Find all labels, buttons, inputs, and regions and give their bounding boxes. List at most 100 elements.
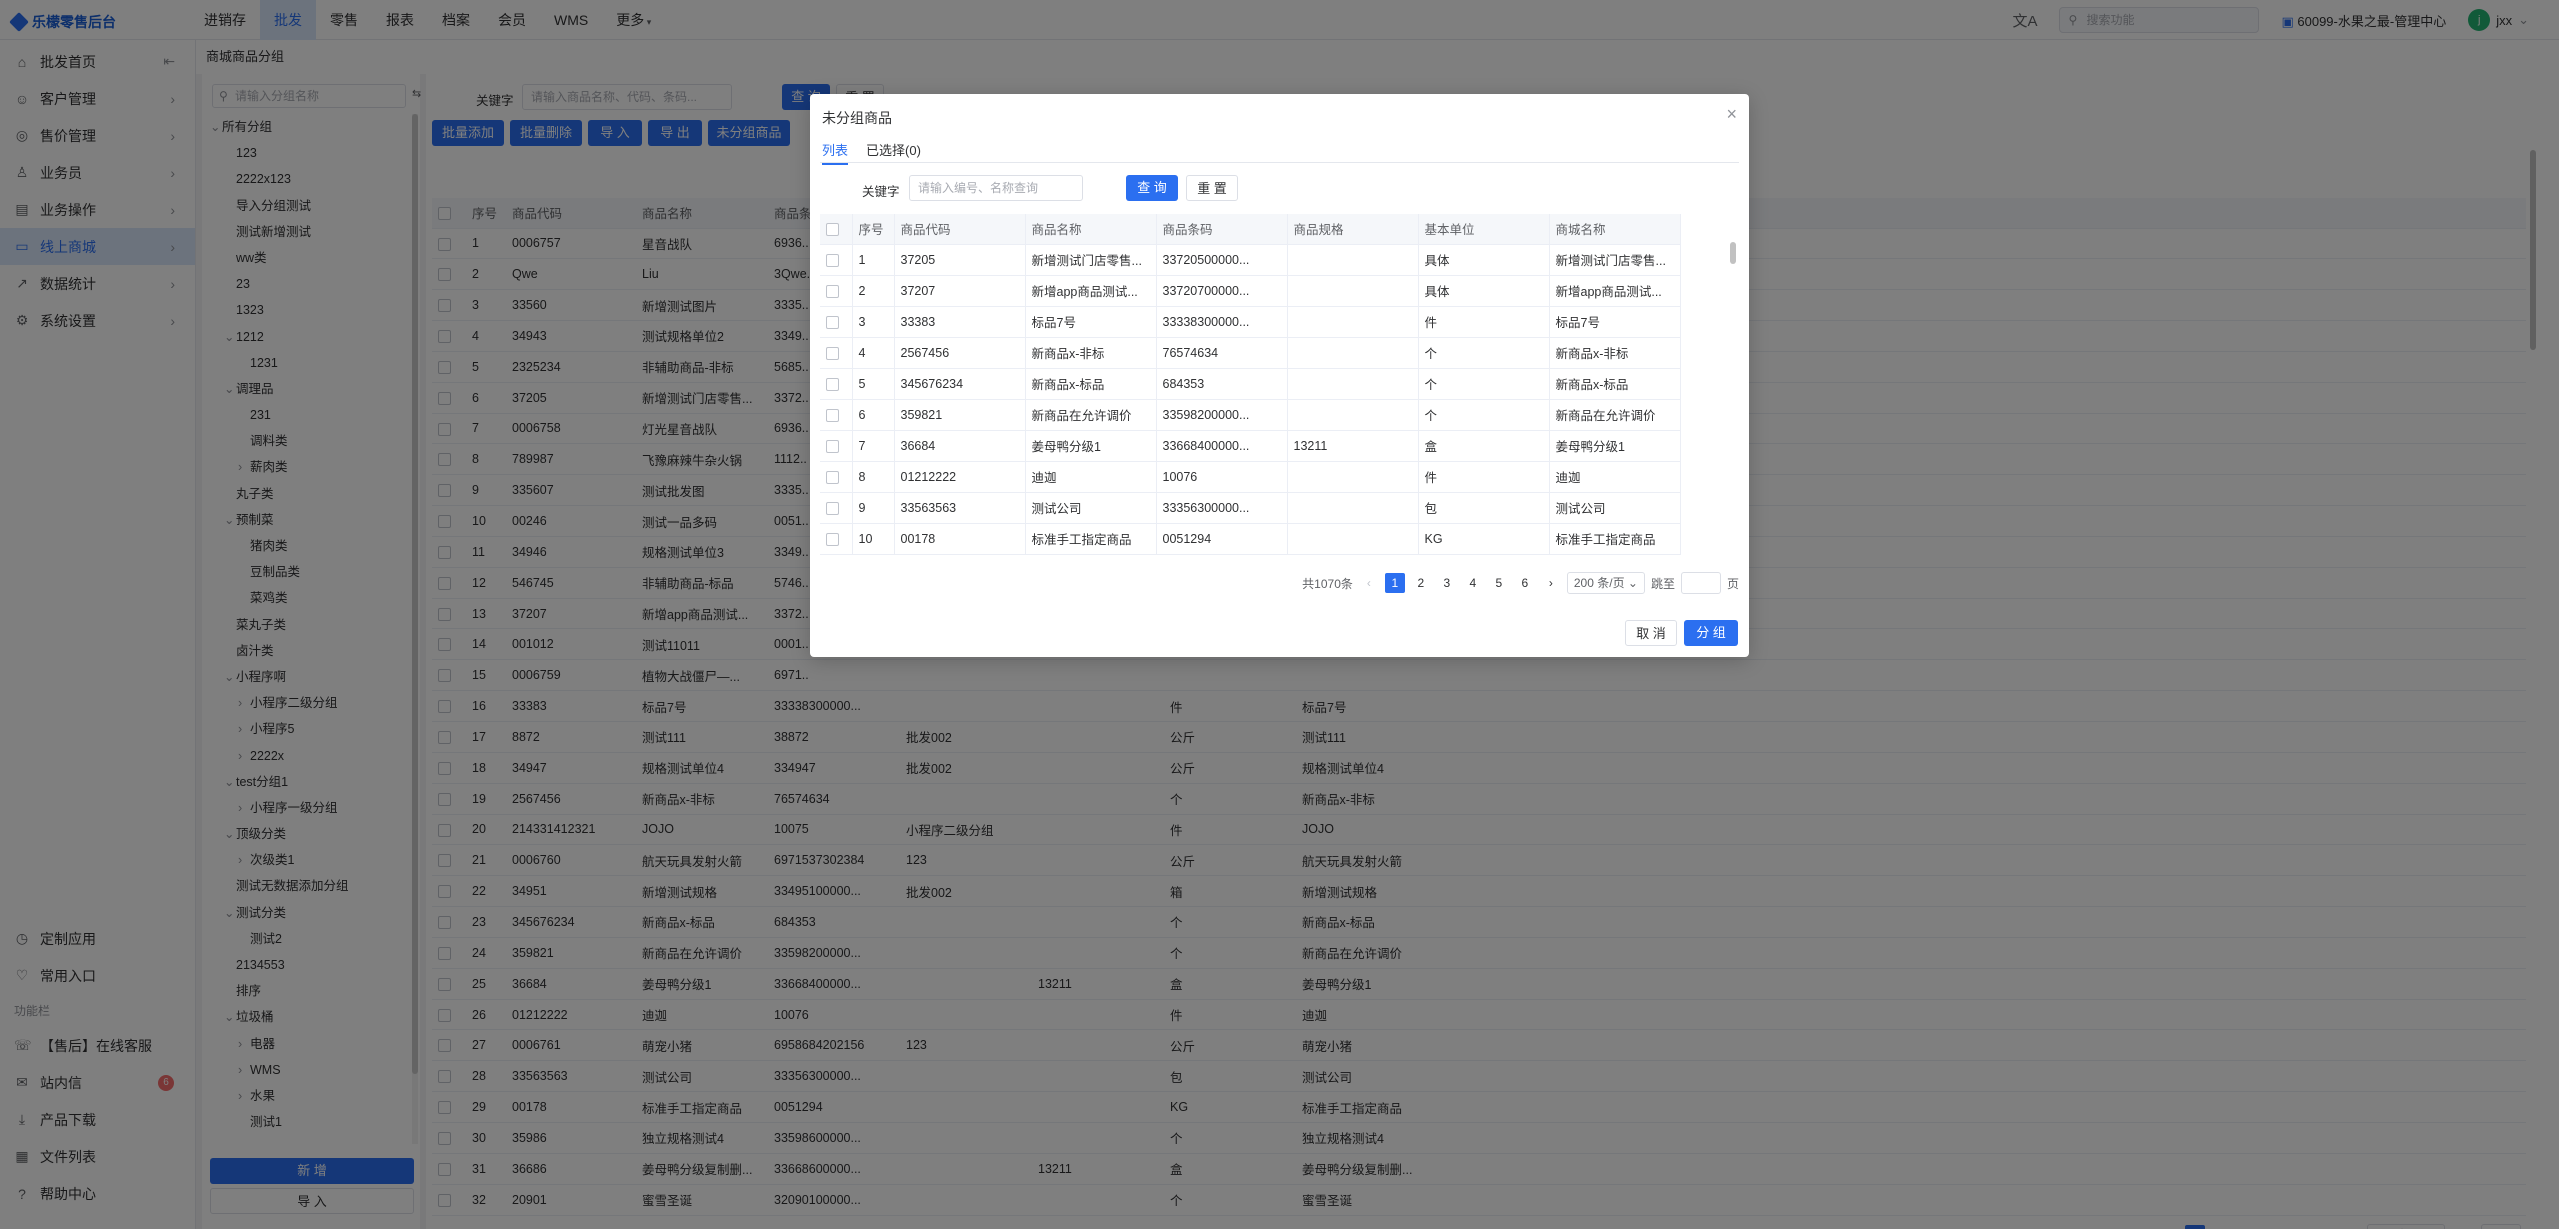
dialog-table-cell: 新商品x-标品 xyxy=(1549,368,1681,400)
dialog-table-cell: 测试公司 xyxy=(1025,492,1157,524)
dialog-table-cell: 33720500000... xyxy=(1156,244,1288,276)
cancel-button[interactable]: 取 消 xyxy=(1625,620,1677,646)
dialog-row-checkbox[interactable] xyxy=(826,315,839,329)
dialog-table-cell: 标准手工指定商品 xyxy=(1549,523,1681,555)
dialog-row-checkbox-cell[interactable] xyxy=(820,492,853,524)
dialog-row-checkbox[interactable] xyxy=(826,532,839,546)
dialog-row-checkbox[interactable] xyxy=(826,501,839,515)
dialog-table-cell: 标品7号 xyxy=(1549,306,1681,338)
dialog-table-row[interactable]: 6 359821 新商品在允许调价 33598200000... 个新商品在允许调价 xyxy=(820,399,1681,431)
dialog-select-all-cell[interactable] xyxy=(820,214,853,245)
dialog-keyword-label: 关键字 xyxy=(862,185,900,199)
dialog-table-cell: KG xyxy=(1418,523,1550,555)
close-icon[interactable]: × xyxy=(1726,104,1737,125)
dialog-row-checkbox-cell[interactable] xyxy=(820,368,853,400)
dialog-table-cell: 2 xyxy=(852,275,895,307)
dialog-row-checkbox-cell[interactable] xyxy=(820,306,853,338)
dialog-table-scrollbar[interactable] xyxy=(1730,242,1736,264)
prev-page-icon[interactable]: ‹ xyxy=(1359,573,1379,593)
dialog-table-row[interactable]: 9 33563563 测试公司 33356300000... 包测试公司 xyxy=(820,492,1681,524)
dialog-goods-table: 序号 商品代码 商品名称 商品条码 商品规格 基本单位 商城名称 1 37205 新增测试门店零… xyxy=(820,214,1681,555)
dialog-row-checkbox[interactable] xyxy=(826,439,839,453)
dialog-row-checkbox-cell[interactable] xyxy=(820,244,853,276)
dialog-column-header: 商品条码 xyxy=(1156,214,1288,245)
dialog-column-header: 商城名称 xyxy=(1549,214,1681,245)
dialog-table-cell: 00178 xyxy=(894,523,1026,555)
page-number[interactable]: 1 xyxy=(1384,573,1405,593)
dialog-table-cell xyxy=(1287,368,1419,400)
dialog-table-cell: 具体 xyxy=(1418,244,1550,276)
next-page-icon[interactable]: › xyxy=(1541,573,1561,593)
dialog-table-row[interactable]: 3 33383 标品7号 33338300000... 件标品7号 xyxy=(820,306,1681,338)
page-number[interactable]: 6 xyxy=(1515,573,1535,593)
page-number[interactable]: 4 xyxy=(1463,573,1483,593)
dialog-row-checkbox-cell[interactable] xyxy=(820,430,853,462)
dialog-row-checkbox-cell[interactable] xyxy=(820,399,853,431)
page-number[interactable]: 2 xyxy=(1411,573,1431,593)
dialog-row-checkbox-cell[interactable] xyxy=(820,461,853,493)
dialog-reset-button[interactable]: 重 置 xyxy=(1186,175,1238,201)
dialog-row-checkbox[interactable] xyxy=(826,408,839,422)
dialog-table-cell: 测试公司 xyxy=(1549,492,1681,524)
dialog-table-cell: 新增app商品测试... xyxy=(1549,275,1681,307)
dialog-row-checkbox[interactable] xyxy=(826,470,839,484)
dialog-table-row[interactable]: 4 2567456 新商品x-非标 76574634 个新商品x-非标 xyxy=(820,337,1681,369)
dialog-table-row[interactable]: 10 00178 标准手工指定商品 0051294 KG 标准手工指定商品 xyxy=(820,523,1681,555)
dialog-table-row[interactable]: 8 01212222 迪迦 10076 件迪迦 xyxy=(820,461,1681,493)
dialog-table-cell: 盒 xyxy=(1418,430,1550,462)
page-size-value: 200 条/页 xyxy=(1573,576,1625,590)
dialog-row-checkbox[interactable] xyxy=(826,253,839,267)
dialog-row-checkbox-cell[interactable] xyxy=(820,275,853,307)
dialog-table-cell: 具体 xyxy=(1418,275,1550,307)
dialog-table-cell xyxy=(1287,244,1419,276)
dialog-table-cell: 新增app商品测试... xyxy=(1025,275,1157,307)
dialog-table-cell xyxy=(1287,306,1419,338)
dialog-keyword-input[interactable]: 请输入编号、名称查询 xyxy=(909,175,1083,201)
dialog-table-cell: 姜母鸭分级1 xyxy=(1025,430,1157,462)
dialog-table-cell: 33598200000... xyxy=(1156,399,1288,431)
dialog-table-cell: 9 xyxy=(852,492,895,524)
dialog-table-cell: 33383 xyxy=(894,306,1026,338)
dialog-table-cell: 10076 xyxy=(1156,461,1288,493)
dialog-table-row[interactable]: 2 37207 新增app商品测试... 33720700000... 具体 新增app商… xyxy=(820,275,1681,307)
dialog-table-cell xyxy=(1287,337,1419,369)
dialog-table-cell: 13211 xyxy=(1287,430,1419,462)
ungrouped-goods-dialog: 未分组商品 × 列表 已选择(0) 关键字 请输入编号、名称查询 查 询 重 置 … xyxy=(810,94,1749,657)
dialog-row-checkbox[interactable] xyxy=(826,377,839,391)
chevron-down-icon: ⌄ xyxy=(1624,576,1638,590)
dialog-table-cell: 76574634 xyxy=(1156,337,1288,369)
dialog-table-cell xyxy=(1287,523,1419,555)
group-submit-button[interactable]: 分 组 xyxy=(1684,620,1738,646)
dialog-table-cell: 迪迦 xyxy=(1549,461,1681,493)
dialog-table-cell: 01212222 xyxy=(894,461,1026,493)
dialog-pagination: 共1070条 ‹ 1 2 3 4 5 6 › 200 条/页 ⌄ 跳至页 xyxy=(1302,572,1739,594)
dialog-row-checkbox-cell[interactable] xyxy=(820,523,853,555)
dialog-table-row[interactable]: 1 37205 新增测试门店零售... 33720500000... 具体 新增测试门店零… xyxy=(820,244,1681,276)
dialog-table-cell: 0051294 xyxy=(1156,523,1288,555)
dialog-table-row[interactable]: 7 36684 姜母鸭分级1 33668400000... 13211 盒姜母鸭分级1 xyxy=(820,430,1681,462)
dialog-table-cell: 33720700000... xyxy=(1156,275,1288,307)
dialog-row-checkbox-cell[interactable] xyxy=(820,337,853,369)
dialog-table-cell: 个 xyxy=(1418,399,1550,431)
page-number[interactable]: 3 xyxy=(1437,573,1457,593)
dialog-query-button[interactable]: 查 询 xyxy=(1126,175,1178,201)
jump-label: 跳至 xyxy=(1650,576,1675,591)
dialog-select-all-checkbox[interactable] xyxy=(826,222,839,236)
dialog-table-cell: 件 xyxy=(1418,461,1550,493)
dialog-table-cell: 684353 xyxy=(1156,368,1288,400)
dialog-table-cell: 新商品在允许调价 xyxy=(1025,399,1157,431)
dialog-table-cell: 标准手工指定商品 xyxy=(1025,523,1157,555)
jump-page-input[interactable] xyxy=(1680,572,1721,594)
dialog-table-row[interactable]: 5 345676234 新商品x-标品 684353 个新商品x-标品 xyxy=(820,368,1681,400)
dialog-row-checkbox[interactable] xyxy=(826,346,839,360)
page-number[interactable]: 5 xyxy=(1489,573,1509,593)
page-unit-label: 页 xyxy=(1726,576,1739,591)
dialog-table-cell: 6 xyxy=(852,399,895,431)
dialog-table-cell: 新商品x-非标 xyxy=(1025,337,1157,369)
dialog-table-cell: 37207 xyxy=(894,275,1026,307)
dialog-row-checkbox[interactable] xyxy=(826,284,839,298)
page-size-select[interactable]: 200 条/页 ⌄ xyxy=(1566,572,1645,594)
dialog-title: 未分组商品 xyxy=(822,110,892,126)
dialog-table-cell: 359821 xyxy=(894,399,1026,431)
dialog-table-cell: 1 xyxy=(852,244,895,276)
